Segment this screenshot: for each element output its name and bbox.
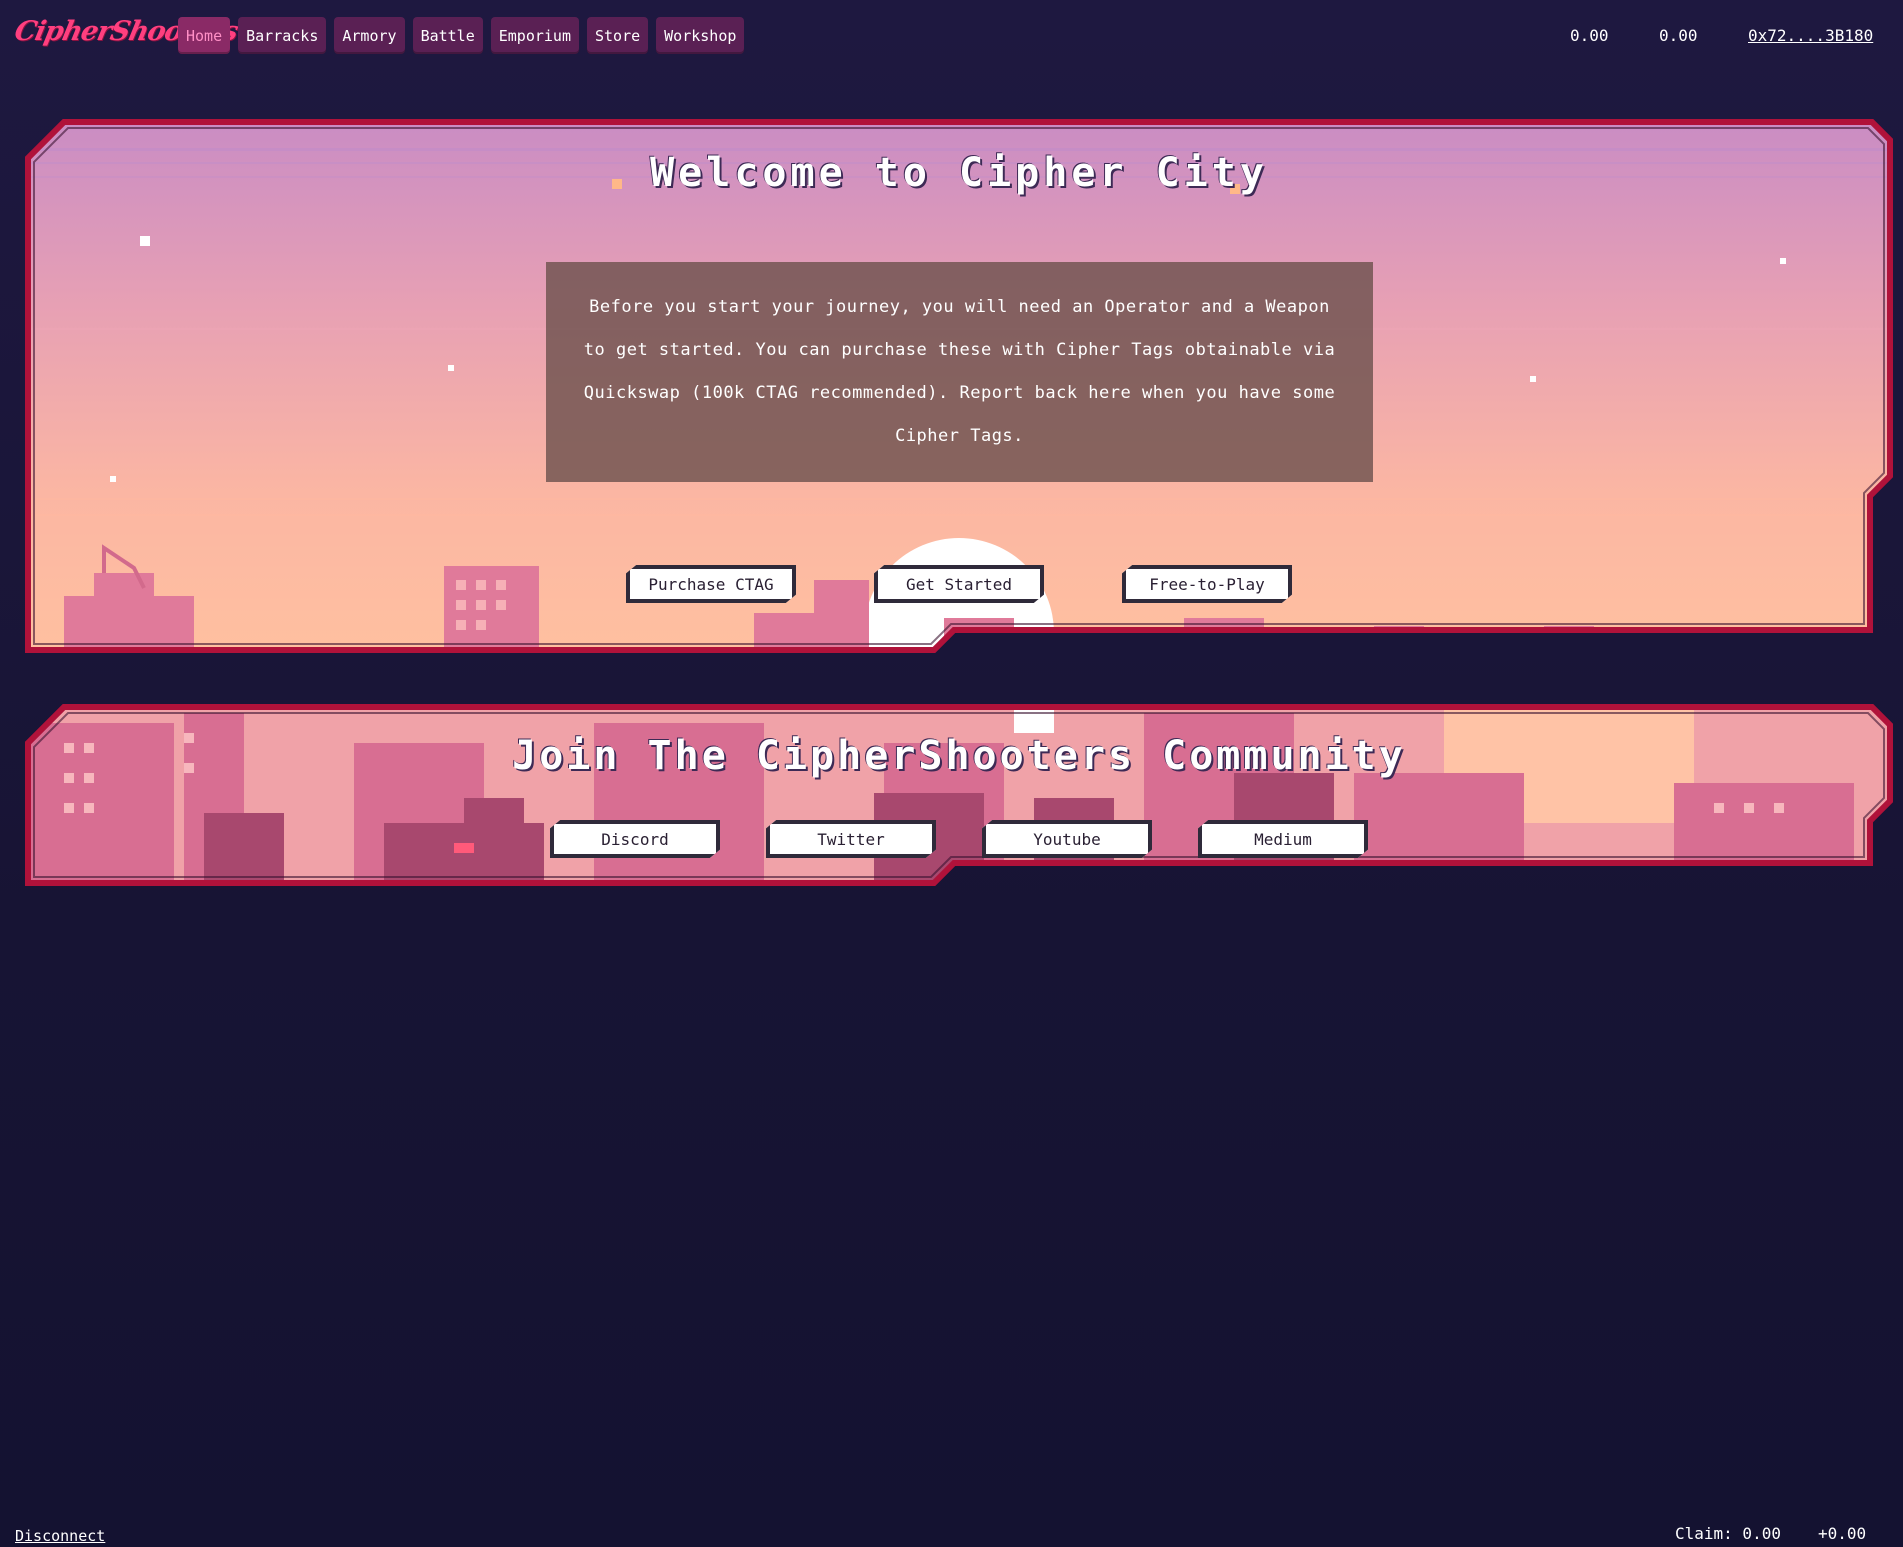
community-panel: Join The CipherShooters Community Discor… — [24, 703, 1894, 890]
nav-store[interactable]: Store — [587, 17, 649, 54]
intro-text: Before you start your journey, you will … — [583, 297, 1336, 446]
nav-armory[interactable]: Armory — [334, 17, 405, 54]
disconnect-link[interactable]: Disconnect — [15, 1527, 105, 1545]
intro-message: Before you start your journey, you will … — [546, 262, 1373, 482]
welcome-title: Welcome to Cipher City — [650, 150, 1268, 196]
community-panel-scene — [25, 704, 1893, 886]
token-balance-2: 0.00 — [1659, 26, 1698, 45]
main-nav: Home Barracks Armory Battle Emporium Sto… — [178, 17, 745, 54]
token-balance-1: 0.00 — [1570, 26, 1609, 45]
top-bar: CipherShooters Home Barracks Armory Batt… — [0, 0, 1903, 72]
youtube-button[interactable]: Youtube — [982, 820, 1152, 858]
community-title: Join The CipherShooters Community — [512, 733, 1406, 779]
claim-balance[interactable]: Claim: 0.00 — [1675, 1524, 1781, 1543]
purchase-ctag-button[interactable]: Purchase CTAG — [626, 565, 796, 603]
wallet-address-link[interactable]: 0x72....3B180 — [1748, 26, 1873, 45]
nav-emporium[interactable]: Emporium — [490, 17, 579, 54]
medium-button[interactable]: Medium — [1198, 820, 1368, 858]
nav-home[interactable]: Home — [178, 17, 231, 54]
claim-delta: +0.00 — [1818, 1524, 1867, 1543]
nav-workshop[interactable]: Workshop — [656, 17, 745, 54]
free-to-play-button[interactable]: Free-to-Play — [1122, 565, 1292, 603]
twitter-button[interactable]: Twitter — [766, 820, 936, 858]
nav-barracks[interactable]: Barracks — [238, 17, 327, 54]
welcome-panel: Welcome to Cipher City Before you start … — [24, 118, 1894, 653]
nav-battle[interactable]: Battle — [412, 17, 483, 54]
discord-button[interactable]: Discord — [550, 820, 720, 858]
get-started-button[interactable]: Get Started — [874, 565, 1044, 603]
